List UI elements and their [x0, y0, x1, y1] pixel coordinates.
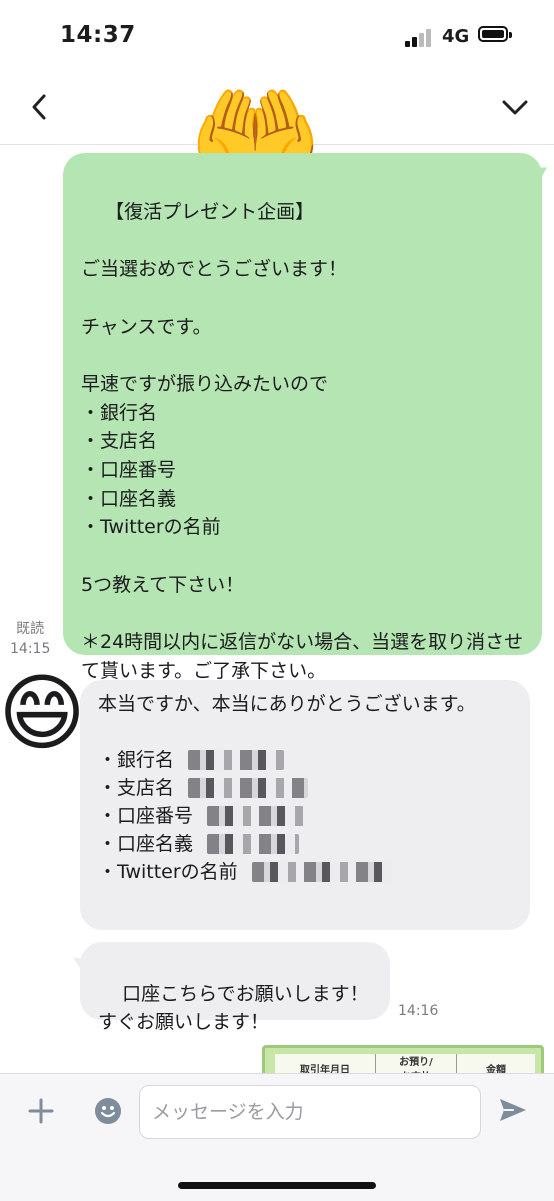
home-indicator[interactable] — [178, 1182, 376, 1189]
outgoing-message[interactable]: 【復活プレゼント企画】 ご当選おめでとうございます！ チャンスです。 早速ですが… — [63, 153, 552, 682]
chevron-down-icon[interactable] — [498, 90, 532, 124]
battery-icon — [478, 26, 512, 42]
send-icon[interactable] — [496, 1093, 530, 1127]
message-time: 14:15 — [10, 641, 51, 657]
redacted-mosaic — [207, 806, 310, 826]
outgoing-message-text: 【復活プレゼント企画】 ご当選おめでとうございます！ チャンスです。 早速ですが… — [81, 200, 524, 682]
network-type: 4G — [442, 26, 470, 47]
incoming-message[interactable]: 口座こちらでお願いします！ すぐお願いします！ — [69, 942, 390, 1033]
incoming-message[interactable]: 本当ですか、本当にありがとうございます。 ・銀行名 ・支店名 ・口座番号 ・口座… — [80, 680, 530, 930]
plus-icon[interactable] — [26, 1096, 56, 1126]
list-item: ・口座番号 — [98, 802, 512, 830]
image-text: 金額 — [486, 1064, 506, 1074]
redacted-mosaic — [207, 834, 300, 854]
list-item: ・Twitterの名前 — [98, 858, 512, 886]
smiley-icon[interactable] — [93, 1096, 123, 1126]
redacted-mosaic — [188, 750, 285, 770]
incoming-message-text: 本当ですか、本当にありがとうございます。 — [98, 693, 476, 715]
chat-area[interactable]: 【復活プレゼント企画】 ご当選おめでとうございます！ チャンスです。 早速ですが… — [0, 145, 554, 1073]
message-time: 14:16 — [398, 1003, 439, 1019]
list-item: ・支店名 — [98, 774, 512, 802]
redacted-mosaic — [251, 862, 392, 882]
list-item: ・銀行名 — [98, 746, 512, 774]
incoming-message-text: 口座こちらでお願いします！ すぐお願いします！ — [98, 983, 369, 1033]
image-attachment[interactable]: 取引年月日 お預り/ お支払 金額 — [262, 1045, 544, 1073]
avatar[interactable]: 😄 — [0, 667, 88, 759]
image-text: お預り/ お支払 — [376, 1054, 457, 1073]
chat-header: 🤲 — [0, 70, 554, 192]
status-time: 14:37 — [60, 22, 136, 48]
image-text: 取引年月日 — [275, 1054, 376, 1073]
back-icon[interactable] — [24, 90, 58, 124]
signal-icon — [405, 29, 435, 47]
list-item: ・口座名義 — [98, 830, 512, 858]
message-input-bar — [0, 1073, 554, 1201]
read-receipt: 既読 14:15 — [10, 619, 50, 659]
status-bar: 14:37 4G — [0, 0, 554, 70]
read-label: 既読 — [16, 621, 45, 637]
redacted-mosaic — [188, 778, 309, 798]
message-input[interactable] — [139, 1085, 481, 1139]
